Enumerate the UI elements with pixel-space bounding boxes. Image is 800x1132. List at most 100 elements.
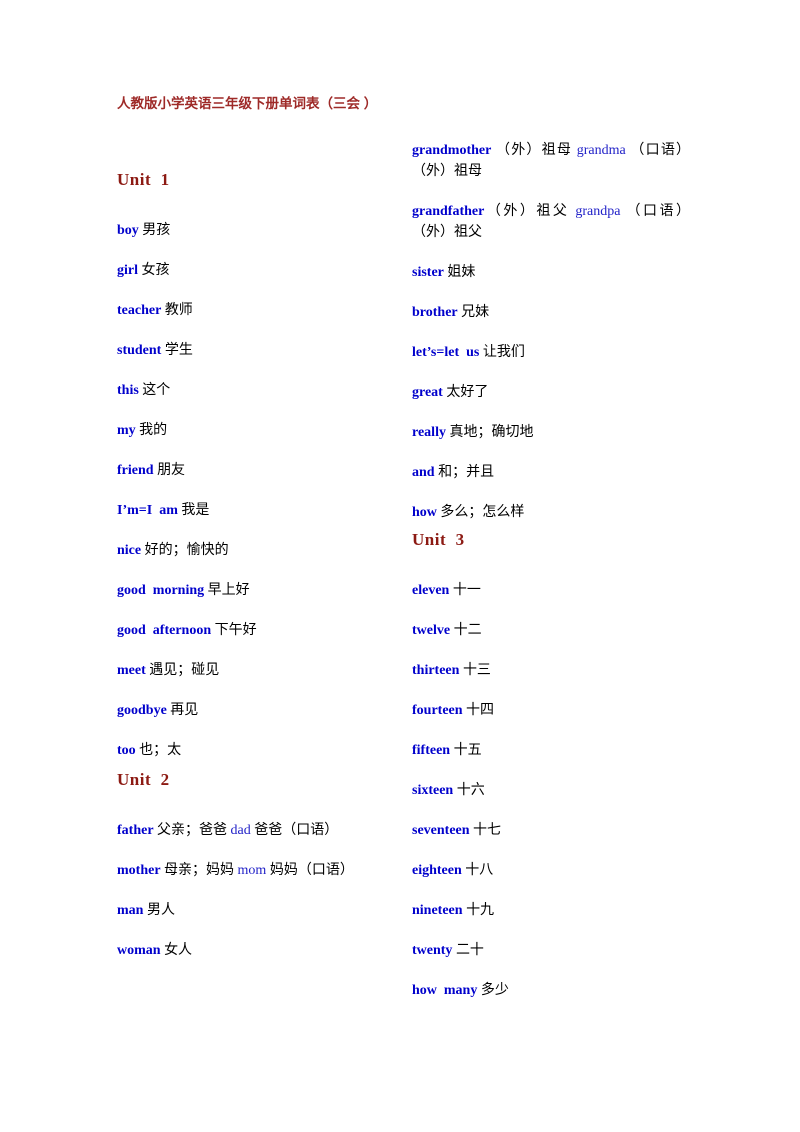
- entry-english-word: nice: [117, 543, 142, 558]
- vocabulary-entry: man 男人: [117, 900, 402, 921]
- entry-english-word: girl: [117, 263, 138, 278]
- vocabulary-entry: mother 母亲；妈妈 mom 妈妈（口语）: [117, 860, 402, 881]
- entry-translation: 再见: [166, 703, 199, 718]
- vocabulary-entry: good afternoon 下午好: [117, 620, 402, 641]
- entry-translation: （外）祖父: [484, 204, 576, 219]
- document-page: 人教版小学英语三年级下册单词表（三会 ） Unit 1 boy 男孩 girl 女孩…: [0, 0, 800, 1132]
- vocabulary-entry: this 这个: [117, 380, 402, 401]
- vocabulary-entry: how 多么；怎么样: [412, 502, 690, 523]
- entry-translation: 十七: [469, 823, 502, 838]
- vocabulary-entry: and 和；并且: [412, 462, 690, 483]
- entry-english-word: twenty: [412, 943, 453, 958]
- entry-translation: 十二: [450, 623, 482, 638]
- entry-translation: 母亲；妈妈: [160, 863, 238, 878]
- entry-translation: 十五: [450, 743, 482, 758]
- entry-translation-secondary: 妈妈（口语）: [266, 863, 354, 878]
- entry-english-word: sixteen: [412, 783, 454, 798]
- entry-english-word: teacher: [117, 303, 162, 318]
- entry-english-word: twelve: [412, 623, 451, 638]
- vocabulary-entry: how many 多少: [412, 980, 690, 1001]
- vocabulary-entry: great 太好了: [412, 382, 690, 403]
- entry-translation: 兄妹: [457, 305, 490, 320]
- entry-translation: 十三: [459, 663, 491, 678]
- entry-translation: 男人: [143, 903, 175, 918]
- vocabulary-entry: student 学生: [117, 340, 402, 361]
- vocabulary-entry: meet 遇见；碰见: [117, 660, 402, 681]
- vocabulary-entry: nineteen 十九: [412, 900, 690, 921]
- entry-english-word: really: [412, 425, 446, 440]
- entry-english-word: good morning: [117, 583, 205, 598]
- entry-english-synonym: grandpa: [575, 204, 621, 219]
- entry-english-word: sister: [412, 265, 444, 280]
- entry-english-word: fourteen: [412, 703, 463, 718]
- entry-english-word: nineteen: [412, 903, 463, 918]
- entry-translation: 我是: [177, 503, 210, 518]
- entry-english-word: man: [117, 903, 144, 918]
- vocabulary-entry: friend 朋友: [117, 460, 402, 481]
- vocabulary-entry: girl 女孩: [117, 260, 402, 281]
- vocabulary-entry: too 也；太: [117, 740, 402, 761]
- vocabulary-entry: boy 男孩: [117, 220, 402, 241]
- vocabulary-entry: grandmother （外）祖母 grandma （口语）（外）祖母: [412, 140, 690, 182]
- entry-english-word: my: [117, 423, 136, 438]
- entry-translation: 十八: [461, 863, 494, 878]
- entry-translation: 遇见；碰见: [145, 663, 220, 678]
- entry-english-word: grandmother: [412, 143, 492, 158]
- entry-english-synonym: dad: [230, 823, 251, 838]
- entry-translation: 朋友: [153, 463, 186, 478]
- entry-translation: 好的；愉快的: [141, 543, 229, 558]
- entry-english-word: how many: [412, 983, 478, 998]
- entry-translation: 也；太: [135, 743, 182, 758]
- entry-translation: 女人: [160, 943, 193, 958]
- entry-english-synonym: grandma: [576, 143, 626, 158]
- page-title: 人教版小学英语三年级下册单词表（三会 ）: [117, 96, 378, 111]
- entry-translation: 二十: [452, 943, 484, 958]
- entry-translation: 教师: [161, 303, 193, 318]
- entry-english-word: too: [117, 743, 136, 758]
- entry-translation: 让我们: [479, 345, 525, 360]
- entry-english-word: boy: [117, 223, 139, 238]
- vocabulary-entry: really 真地；确切地: [412, 422, 690, 443]
- entry-translation: 十九: [462, 903, 495, 918]
- unit-heading: Unit 3: [412, 530, 465, 549]
- entry-translation: 多么；怎么样: [436, 505, 525, 520]
- vocabulary-entry: father 父亲；爸爸 dad 爸爸（口语）: [117, 820, 402, 841]
- entry-translation: （外）祖母: [491, 143, 577, 158]
- entry-translation: 这个: [138, 383, 171, 398]
- entry-translation: 父亲；爸爸: [153, 823, 231, 838]
- vocabulary-entry: eleven 十一: [412, 580, 690, 601]
- entry-english-word: eighteen: [412, 863, 462, 878]
- entry-english-word: how: [412, 505, 437, 520]
- entry-translation: 十四: [462, 703, 495, 718]
- vocabulary-entry: I’m=I am 我是: [117, 500, 402, 521]
- vocabulary-entry: fifteen 十五: [412, 740, 690, 761]
- vocabulary-entry: fourteen 十四: [412, 700, 690, 721]
- entry-english-word: grandfather: [412, 204, 485, 219]
- entry-translation: 早上好: [204, 583, 250, 598]
- entry-english-word: let’s=let us: [412, 345, 480, 360]
- entry-translation: 女孩: [138, 263, 170, 278]
- entry-english-word: meet: [117, 663, 146, 678]
- vocabulary-entry: sister 姐妹: [412, 262, 690, 283]
- entry-english-word: fifteen: [412, 743, 451, 758]
- entry-english-word: I’m=I am: [117, 503, 178, 518]
- entry-translation: 姐妹: [443, 265, 476, 280]
- entry-english-word: thirteen: [412, 663, 460, 678]
- vocabulary-entry: seventeen 十七: [412, 820, 690, 841]
- vocabulary-entry: twenty 二十: [412, 940, 690, 961]
- entry-translation: 十六: [453, 783, 485, 798]
- vocabulary-entry: teacher 教师: [117, 300, 402, 321]
- entry-english-word: brother: [412, 305, 458, 320]
- entry-english-word: eleven: [412, 583, 450, 598]
- entry-english-word: good afternoon: [117, 623, 212, 638]
- vocabulary-entry: nice 好的；愉快的: [117, 540, 402, 561]
- entry-english-word: friend: [117, 463, 154, 478]
- entry-translation: 真地；确切地: [445, 425, 534, 440]
- vocabulary-entry: let’s=let us 让我们: [412, 342, 690, 363]
- vocabulary-entry: brother 兄妹: [412, 302, 690, 323]
- vocabulary-entry: thirteen 十三: [412, 660, 690, 681]
- entry-translation: 太好了: [442, 385, 489, 400]
- vocabulary-entry: sixteen 十六: [412, 780, 690, 801]
- vocabulary-entry: twelve 十二: [412, 620, 690, 641]
- entry-translation: 下午好: [211, 623, 257, 638]
